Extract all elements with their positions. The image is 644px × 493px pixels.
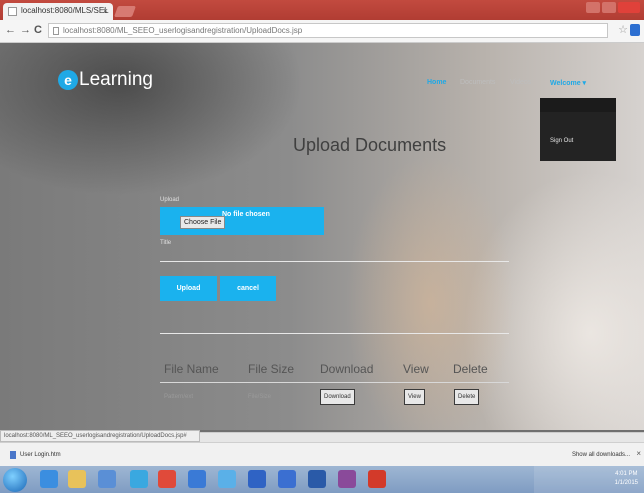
extension-icon[interactable] xyxy=(630,24,640,36)
nav-documents-link[interactable]: Documents xyxy=(460,79,495,86)
section-divider xyxy=(160,333,509,334)
file-input-box[interactable]: Choose File No file chosen xyxy=(160,207,324,235)
reload-button[interactable]: C xyxy=(34,24,42,36)
column-header-view: View xyxy=(403,362,429,376)
windows-taskbar: 4:01 PM 1/1/2015 xyxy=(0,466,644,493)
url-text: localhost:8080/ML_SEEO_userlogisandregis… xyxy=(63,26,303,35)
cell-file-size: File/Size xyxy=(248,394,272,400)
column-header-file-size: File Size xyxy=(248,362,295,376)
show-all-downloads-link[interactable]: Show all downloads... xyxy=(572,452,630,458)
column-header-file-name: File Name xyxy=(164,362,219,376)
clock-time: 4:01 PM xyxy=(615,471,638,477)
url-input[interactable]: localhost:8080/ML_SEEO_userlogisandregis… xyxy=(48,23,608,38)
cancel-button[interactable]: cancel xyxy=(220,276,276,301)
download-button[interactable]: Download xyxy=(320,389,355,405)
window-controls xyxy=(586,2,640,13)
app-icon[interactable] xyxy=(98,470,116,488)
app-icon[interactable] xyxy=(278,470,296,488)
browser-tab-strip: localhost:8080/MLS/SEL × xyxy=(0,0,644,20)
new-tab-button[interactable] xyxy=(113,6,137,17)
cell-file-name: Pattern/ext xyxy=(164,394,194,400)
bookmark-star-icon[interactable]: ☆ xyxy=(618,23,628,36)
tab-close-icon[interactable]: × xyxy=(103,6,108,16)
download-shelf: User Login.htm Show all downloads... × xyxy=(0,442,644,467)
app-icon[interactable] xyxy=(338,470,356,488)
system-tray: 4:01 PM 1/1/2015 xyxy=(534,466,644,493)
folder-icon[interactable] xyxy=(68,470,86,488)
page-favicon-icon xyxy=(8,7,17,16)
logo-badge: e xyxy=(58,70,78,90)
browser-tab[interactable]: localhost:8080/MLS/SEL × xyxy=(3,3,113,20)
page-title: Upload Documents xyxy=(293,135,447,155)
column-header-delete: Delete xyxy=(453,362,488,376)
chrome-icon[interactable] xyxy=(158,470,176,488)
word-icon[interactable] xyxy=(248,470,266,488)
title-input-underline[interactable] xyxy=(160,261,509,262)
start-button[interactable] xyxy=(3,468,27,492)
logo-text: Learning xyxy=(79,69,153,90)
app-icon[interactable] xyxy=(188,470,206,488)
app-icon[interactable] xyxy=(130,470,148,488)
sign-out-link[interactable]: Sign Out xyxy=(550,138,573,144)
file-field-label: Upload xyxy=(160,197,180,203)
no-file-chosen-text: No file chosen xyxy=(222,211,270,218)
nav-home-link[interactable]: Home xyxy=(427,79,446,86)
choose-file-button[interactable]: Choose File xyxy=(180,216,226,229)
column-header-download: Download xyxy=(320,362,374,376)
close-downloads-icon[interactable]: × xyxy=(636,449,641,458)
maximize-button[interactable] xyxy=(602,2,616,13)
upload-button[interactable]: Upload xyxy=(160,276,217,301)
file-icon xyxy=(10,451,16,459)
ie-icon[interactable] xyxy=(40,470,58,488)
table-header-divider xyxy=(160,382,509,383)
minimize-button[interactable] xyxy=(586,2,600,13)
close-window-button[interactable] xyxy=(618,2,640,13)
site-logo[interactable]: e Learning xyxy=(58,69,153,91)
delete-button[interactable]: Delete xyxy=(454,389,480,405)
back-button[interactable]: ← xyxy=(5,24,16,36)
page-content: e Learning Home Documents Videos Welcome… xyxy=(0,43,644,430)
app-icon[interactable] xyxy=(218,470,236,488)
user-dropdown-menu: Sign Out xyxy=(540,98,616,161)
nav-user-menu[interactable]: Welcome ▾ xyxy=(550,79,586,87)
address-bar-row: ← → C localhost:8080/ML_SEEO_userlogisan… xyxy=(0,20,644,43)
status-url-bubble: localhost:8080/ML_SEEO_userlogisandregis… xyxy=(0,430,200,442)
view-button[interactable]: View xyxy=(404,389,425,405)
nav-videos-link[interactable]: Videos xyxy=(510,79,531,86)
title-field-label: Title xyxy=(160,240,172,246)
tab-title: localhost:8080/MLS/SEL xyxy=(21,6,109,15)
app-icon[interactable] xyxy=(308,470,326,488)
download-item-name: User Login.htm xyxy=(20,452,61,458)
forward-button[interactable]: → xyxy=(20,24,31,36)
download-item[interactable]: User Login.htm xyxy=(8,448,108,462)
app-icon[interactable] xyxy=(368,470,386,488)
clock[interactable]: 4:01 PM 1/1/2015 xyxy=(615,470,638,488)
clock-date: 1/1/2015 xyxy=(614,480,638,486)
page-icon xyxy=(53,27,59,35)
